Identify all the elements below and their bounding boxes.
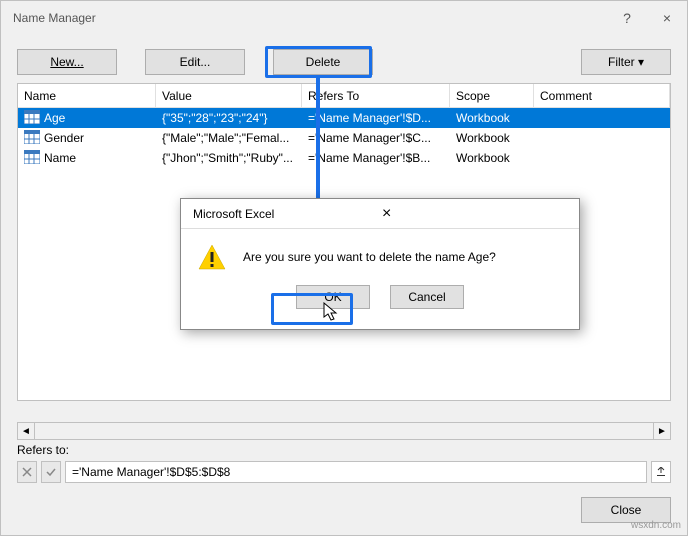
- confirm-edit-icon[interactable]: [41, 461, 61, 483]
- new-button[interactable]: New...: [17, 49, 117, 75]
- table-row[interactable]: Age{"35";"28";"23";"24"}='Name Manager'!…: [18, 108, 670, 128]
- help-button[interactable]: ?: [607, 1, 647, 35]
- filter-button[interactable]: Filter ▾: [581, 49, 671, 75]
- scroll-track[interactable]: [35, 422, 653, 440]
- ok-button[interactable]: OK: [296, 285, 370, 309]
- col-comment-header[interactable]: Comment: [534, 84, 670, 107]
- table-row[interactable]: Name{"Jhon";"Smith";"Ruby"...='Name Mana…: [18, 148, 670, 168]
- watermark: wsxdn.com: [631, 520, 681, 531]
- scroll-left-arrow[interactable]: ◄: [17, 422, 35, 440]
- confirm-message: Are you sure you want to delete the name…: [243, 250, 496, 264]
- edit-button[interactable]: Edit...: [145, 49, 245, 75]
- confirm-title: Microsoft Excel: [193, 207, 382, 221]
- expand-refers-icon[interactable]: [651, 461, 671, 483]
- confirm-dialog: Microsoft Excel × Are you sure you want …: [180, 198, 580, 330]
- table-icon: [24, 130, 40, 147]
- warning-icon: [197, 243, 227, 271]
- refers-to-input[interactable]: [65, 461, 647, 483]
- scroll-right-arrow[interactable]: ►: [653, 422, 671, 440]
- toolbar: New... Edit... Delete Filter ▾: [1, 35, 687, 83]
- titlebar: Name Manager ? ×: [1, 1, 687, 35]
- confirm-titlebar: Microsoft Excel ×: [181, 199, 579, 229]
- column-headers: Name Value Refers To Scope Comment: [18, 84, 670, 108]
- col-scope-header[interactable]: Scope: [450, 84, 534, 107]
- col-name-header[interactable]: Name: [18, 84, 156, 107]
- cancel-button[interactable]: Cancel: [390, 285, 464, 309]
- refers-to-section: Refers to:: [17, 443, 671, 483]
- window-title: Name Manager: [13, 11, 607, 25]
- table-row[interactable]: Gender{"Male";"Male";"Femal...='Name Man…: [18, 128, 670, 148]
- col-value-header[interactable]: Value: [156, 84, 302, 107]
- cancel-edit-icon[interactable]: [17, 461, 37, 483]
- table-icon: [24, 150, 40, 167]
- close-window-button[interactable]: ×: [647, 1, 687, 35]
- table-icon: [24, 110, 40, 127]
- refers-to-label: Refers to:: [17, 443, 671, 457]
- delete-button[interactable]: Delete: [273, 49, 373, 75]
- confirm-close-button[interactable]: ×: [382, 205, 571, 223]
- col-refers-header[interactable]: Refers To: [302, 84, 450, 107]
- horizontal-scrollbar[interactable]: ◄ ►: [17, 422, 671, 440]
